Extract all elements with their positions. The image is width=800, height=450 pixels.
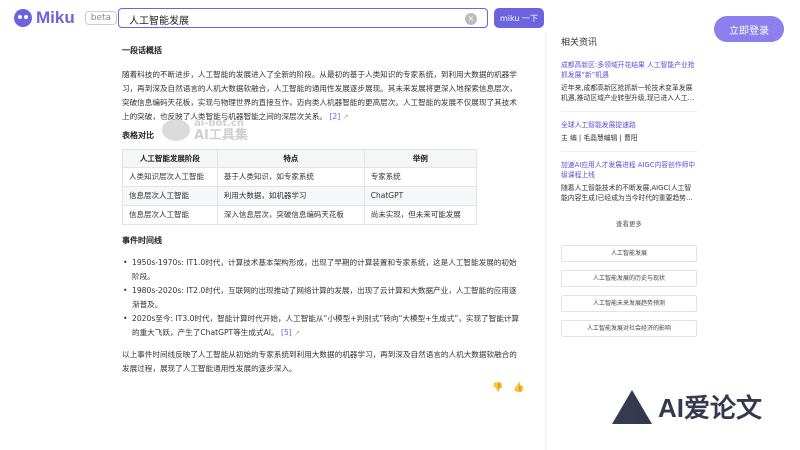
feedback-actions: 👎 👍 [492, 383, 524, 393]
timeline-text: 2020s至今: IT3.0时代，智能计算时代开始，人工智能从“小模型+判别式”… [132, 314, 520, 337]
thumbs-up-icon[interactable]: 👍 [513, 383, 524, 393]
table-row: 信息层次人工智能 深入信息层次，突破信息编码天花板 尚未实现，但未来可能发展 [122, 205, 478, 225]
news-title[interactable]: 加速AI应用人才发展进程 AIGC内容创作师中级课程上线 [561, 160, 697, 180]
table-header-feature: 特点 [216, 149, 365, 168]
login-button-label: 立即登录 [729, 25, 769, 37]
news-item[interactable]: 成都高新区:多领域开花结果 人工智能产业抢抓发展“新”机遇 近年来,成都高新区抢… [561, 60, 697, 112]
watermark-name: AI工具集 [194, 128, 248, 143]
timeline-item: 1980s-2020s: IT2.0时代，互联网的出现推动了网络计算的发展，出现… [122, 284, 522, 312]
table-row: 信息层次人工智能 利用大数据，如机器学习 ChatGPT [122, 186, 478, 206]
news-snippet: 近年来,成都高新区抢抓新一轮技术变革发展机遇,推动区域产业转型升级,现已进入人工… [561, 84, 695, 102]
search-button[interactable]: miku 一下 [494, 8, 544, 28]
sidebar-title: 相关资讯 [561, 38, 598, 48]
timeline-text: 1980s-2020s: IT2.0时代，互联网的出现推动了网络计算的发展，出现… [132, 286, 517, 309]
news-title[interactable]: 全球人工智能发展提速路 [561, 120, 697, 130]
watermark-brand-text: AI爱论文 [658, 393, 763, 423]
news-snippet: 随着人工智能技术的不断发展,AIGC(人工智能内容生成)已经成为当今时代的重要趋… [561, 184, 693, 202]
news-item[interactable]: 加速AI应用人才发展进程 AIGC内容创作师中级课程上线 随着人工智能技术的不断… [561, 160, 697, 211]
watermark-logo-icon [162, 119, 190, 141]
timeline-item: 2020s至今: IT3.0时代，智能计算时代开始，人工智能从“小模型+判别式”… [122, 312, 522, 340]
table-cell: 深入信息层次，突破信息编码天花板 [216, 205, 365, 225]
table-cell: 信息层次人工智能 [122, 205, 218, 225]
timeline-list: 1950s-1970s: IT1.0时代，计算技术基本架构形成，出现了早期的计算… [122, 256, 522, 340]
news-snippet: 主 编 | 毛晶慧编辑 | 曹阳 [561, 134, 638, 142]
see-more-link[interactable]: 查看更多 [561, 219, 697, 229]
search-value[interactable]: 人工智能发展 [129, 12, 189, 27]
login-button[interactable]: 立即登录 [714, 16, 784, 42]
clear-icon[interactable]: × [465, 13, 477, 25]
comparison-table: 人工智能发展阶段 特点 举例 人类知识层次人工智能 基于人类知识，如专家系统 专… [122, 149, 478, 225]
table-row: 人类知识层次人工智能 基于人类知识，如专家系统 专家系统 [122, 167, 478, 187]
watermark-a-icon [612, 389, 652, 424]
ai-bot-watermark: ai-bot.cn AI工具集 [162, 118, 248, 142]
external-link-icon[interactable]: ↗ [343, 113, 349, 121]
related-search-button[interactable]: 人工智能未来发展趋势预测 [561, 295, 697, 312]
logo-text: Miku [36, 8, 75, 27]
logo[interactable]: Miku beta [14, 8, 118, 28]
thumbs-down-icon[interactable]: 👎 [492, 383, 503, 393]
news-title[interactable]: 成都高新区:多领域开花结果 人工智能产业抢抓发展“新”机遇 [561, 60, 697, 80]
table-cell: 尚未实现，但未来可能发展 [363, 205, 478, 225]
column-divider [545, 32, 546, 450]
ai-lunwen-watermark: AI爱论文 [612, 388, 762, 425]
related-search-button[interactable]: 人工智能发展的历史与现状 [561, 270, 697, 287]
conclusion-paragraph: 以上事件时间线反映了人工智能从初始的专家系统到利用大数据的机器学习，再到深及自然… [122, 350, 517, 373]
summary-heading: 一段话概括 [122, 46, 162, 55]
table-cell: 信息层次人工智能 [122, 186, 218, 206]
search-input[interactable]: 人工智能发展 × [118, 8, 488, 28]
summary-text: 随着科技的不断进步，人工智能的发展进入了全新的阶段。从最初的基于人类知识的专家系… [122, 70, 517, 121]
table-cell: 利用大数据，如机器学习 [216, 186, 365, 206]
timeline-item: 1950s-1970s: IT1.0时代，计算技术基本架构形成，出现了早期的计算… [122, 256, 522, 284]
citation-link[interactable]: [2] [329, 112, 340, 121]
table-header-stage: 人工智能发展阶段 [122, 149, 218, 168]
external-link-icon[interactable]: ↗ [294, 329, 300, 337]
news-item[interactable]: 全球人工智能发展提速路 主 编 | 毛晶慧编辑 | 曹阳 [561, 120, 697, 152]
search-button-label: miku 一下 [499, 13, 538, 23]
timeline-text: 1950s-1970s: IT1.0时代，计算技术基本架构形成，出现了早期的计算… [132, 258, 517, 281]
beta-badge: beta [84, 11, 118, 25]
table-cell: 人类知识层次人工智能 [122, 167, 218, 187]
related-search-button[interactable]: 人工智能发展对社会经济的影响 [561, 320, 697, 337]
timeline-heading: 事件时间线 [122, 236, 162, 245]
table-cell: 基于人类知识，如专家系统 [216, 167, 365, 187]
summary-paragraph: 随着科技的不断进步，人工智能的发展进入了全新的阶段。从最初的基于人类知识的专家系… [122, 68, 522, 124]
table-cell: ChatGPT [363, 186, 478, 206]
table-cell: 专家系统 [363, 167, 478, 187]
miku-logo-icon [14, 9, 32, 27]
related-news-sidebar: 相关资讯 成都高新区:多领域开花结果 人工智能产业抢抓发展“新”机遇 近年来,成… [561, 38, 697, 345]
citation-link[interactable]: [5] [281, 328, 292, 337]
related-search-button[interactable]: 人工智能发展 [561, 245, 697, 262]
table-header-example: 举例 [363, 149, 478, 168]
answer-content: 一段话概括 随着科技的不断进步，人工智能的发展进入了全新的阶段。从最初的基于人类… [122, 40, 522, 376]
